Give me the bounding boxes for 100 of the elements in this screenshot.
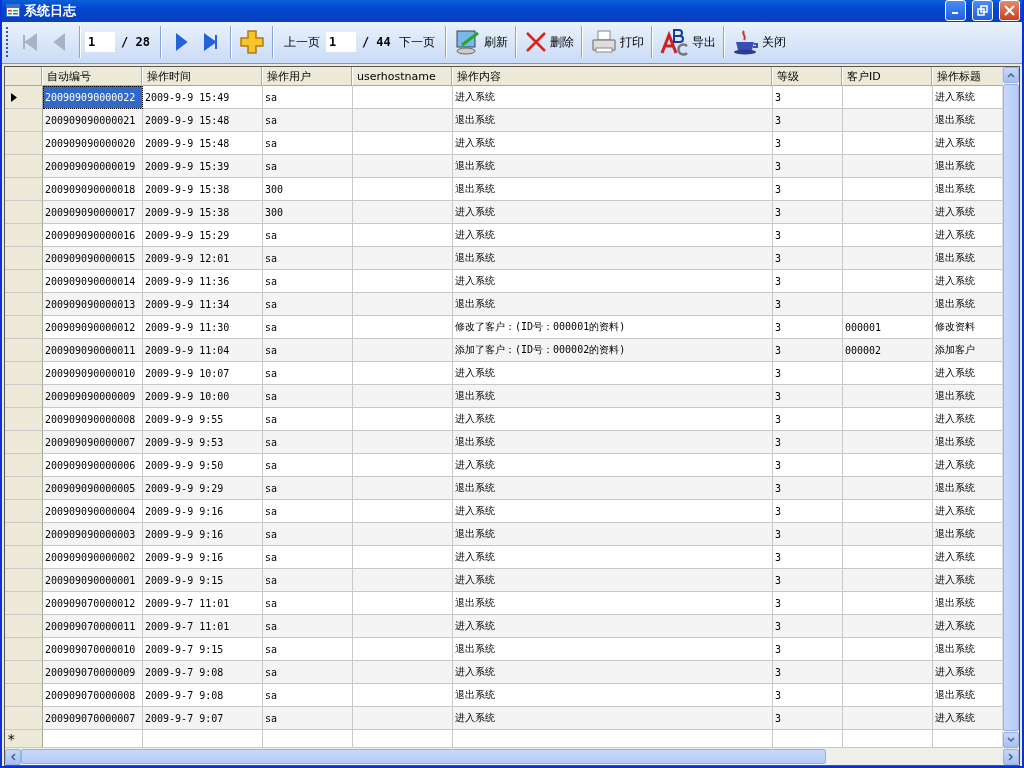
- column-header[interactable]: 客户ID: [843, 67, 933, 86]
- table-cell: 3: [773, 293, 843, 316]
- scroll-left-button[interactable]: [5, 748, 21, 765]
- table-cell: 200909090000015: [43, 247, 143, 270]
- table-cell: 2009-9-9 9:29: [143, 477, 263, 500]
- table-cell: 退出系统: [453, 477, 773, 500]
- table-cell: 2009-9-7 9:07: [143, 707, 263, 730]
- table-cell: 3: [773, 109, 843, 132]
- column-header[interactable]: 操作时间: [143, 67, 263, 86]
- table-cell: 3: [773, 707, 843, 730]
- scroll-down-button[interactable]: [1003, 732, 1019, 748]
- table-cell: 2009-9-9 12:01: [143, 247, 263, 270]
- table-cell: 3: [773, 247, 843, 270]
- table-cell: 200909090000005: [43, 477, 143, 500]
- steaming-cup-icon: [731, 28, 760, 57]
- table-cell: 2009-9-9 15:39: [143, 155, 263, 178]
- column-header[interactable]: 操作用户: [263, 67, 353, 86]
- next-page-link[interactable]: 下一页: [392, 33, 441, 51]
- table-cell: 3: [773, 523, 843, 546]
- table-cell: 3: [773, 385, 843, 408]
- record-total: / 28: [120, 35, 151, 50]
- table-cell: sa: [263, 569, 353, 592]
- table-cell: sa: [263, 477, 353, 500]
- table-cell: 2009-9-9 10:00: [143, 385, 263, 408]
- table-cell: sa: [263, 247, 353, 270]
- table-cell: 退出系统: [453, 385, 773, 408]
- table-cell: sa: [263, 385, 353, 408]
- minimize-button[interactable]: [945, 0, 966, 22]
- table-cell: 退出系统: [453, 155, 773, 178]
- table-cell: 3: [773, 569, 843, 592]
- table-cell: 添加了客户：(ID号：000002的资料): [453, 339, 773, 362]
- table-cell: 进入系统: [453, 569, 773, 592]
- first-arrow-icon: [20, 32, 40, 53]
- table-cell: 退出系统: [453, 247, 773, 270]
- table-cell: 300: [263, 201, 353, 224]
- table-cell: 200909090000021: [43, 109, 143, 132]
- table-cell: 2009-9-9 11:04: [143, 339, 263, 362]
- new-row-marker: *: [5, 730, 43, 748]
- table-cell: 退出系统: [453, 293, 773, 316]
- table-cell: sa: [263, 523, 353, 546]
- table-cell: 200909090000017: [43, 201, 143, 224]
- table-cell: 2009-9-9 9:53: [143, 431, 263, 454]
- table-cell: 200909090000011: [43, 339, 143, 362]
- delete-button[interactable]: 删除: [520, 25, 577, 60]
- table-cell: 3: [773, 661, 843, 684]
- table-cell: 200909090000001: [43, 569, 143, 592]
- export-button[interactable]: 导出: [656, 25, 719, 60]
- scroll-up-button[interactable]: [1003, 67, 1019, 83]
- plus-icon[interactable]: [238, 29, 265, 56]
- table-cell: 3: [773, 477, 843, 500]
- table-cell: 2009-9-7 9:08: [143, 661, 263, 684]
- table-cell: 进入系统: [453, 707, 773, 730]
- table-cell: 2009-9-9 9:15: [143, 569, 263, 592]
- table-cell: 3: [773, 431, 843, 454]
- table-cell: 200909090000007: [43, 431, 143, 454]
- table-cell: sa: [263, 615, 353, 638]
- horizontal-scrollbar[interactable]: [5, 748, 1019, 765]
- current-row-pointer-icon: [11, 92, 17, 102]
- table-cell: 2009-9-7 11:01: [143, 615, 263, 638]
- table-cell: 2009-9-9 15:38: [143, 201, 263, 224]
- table-cell: 3: [773, 201, 843, 224]
- column-header[interactable]: userhostname: [353, 67, 453, 86]
- table-cell: sa: [263, 431, 353, 454]
- abc-icon: [659, 27, 690, 58]
- record-number-field[interactable]: 1: [85, 32, 115, 53]
- table-cell: 200909090000022: [43, 86, 143, 109]
- page-total: / 44: [360, 35, 392, 50]
- page-number-field[interactable]: 1: [325, 32, 356, 53]
- table-cell: 200909070000011: [43, 615, 143, 638]
- table-cell: 200909090000019: [43, 155, 143, 178]
- refresh-button[interactable]: 刷新: [450, 25, 511, 60]
- table-cell: 200909090000003: [43, 523, 143, 546]
- table-cell: 退出系统: [453, 109, 773, 132]
- table-cell: 3: [773, 615, 843, 638]
- table-cell: sa: [263, 707, 353, 730]
- scroll-right-button[interactable]: [1003, 748, 1019, 765]
- close-toolbar-button[interactable]: 关闭: [728, 25, 789, 60]
- table-cell: 3: [773, 339, 843, 362]
- table-cell: 200909090000013: [43, 293, 143, 316]
- table-cell: 进入系统: [453, 615, 773, 638]
- close-icon: [1004, 5, 1015, 17]
- previous-page-link[interactable]: 上一页: [277, 33, 326, 51]
- window-title: 系统日志: [24, 1, 77, 20]
- column-header[interactable]: 等级: [773, 67, 843, 86]
- table-cell: sa: [263, 661, 353, 684]
- restore-button[interactable]: [972, 0, 993, 22]
- window-icon: [6, 4, 20, 18]
- close-button[interactable]: [999, 0, 1020, 22]
- table-cell: 进入系统: [453, 201, 773, 224]
- table-cell: sa: [263, 155, 353, 178]
- table-cell: sa: [263, 339, 353, 362]
- column-header[interactable]: 操作内容: [453, 67, 773, 86]
- table-cell: 3: [773, 155, 843, 178]
- table-cell: sa: [263, 109, 353, 132]
- table-cell: 200909070000007: [43, 707, 143, 730]
- print-button[interactable]: 打印: [586, 25, 647, 60]
- table-cell: 200909090000009: [43, 385, 143, 408]
- table-cell: 000002: [843, 339, 933, 362]
- table-cell: 2009-9-9 15:48: [143, 109, 263, 132]
- table-cell: sa: [263, 293, 353, 316]
